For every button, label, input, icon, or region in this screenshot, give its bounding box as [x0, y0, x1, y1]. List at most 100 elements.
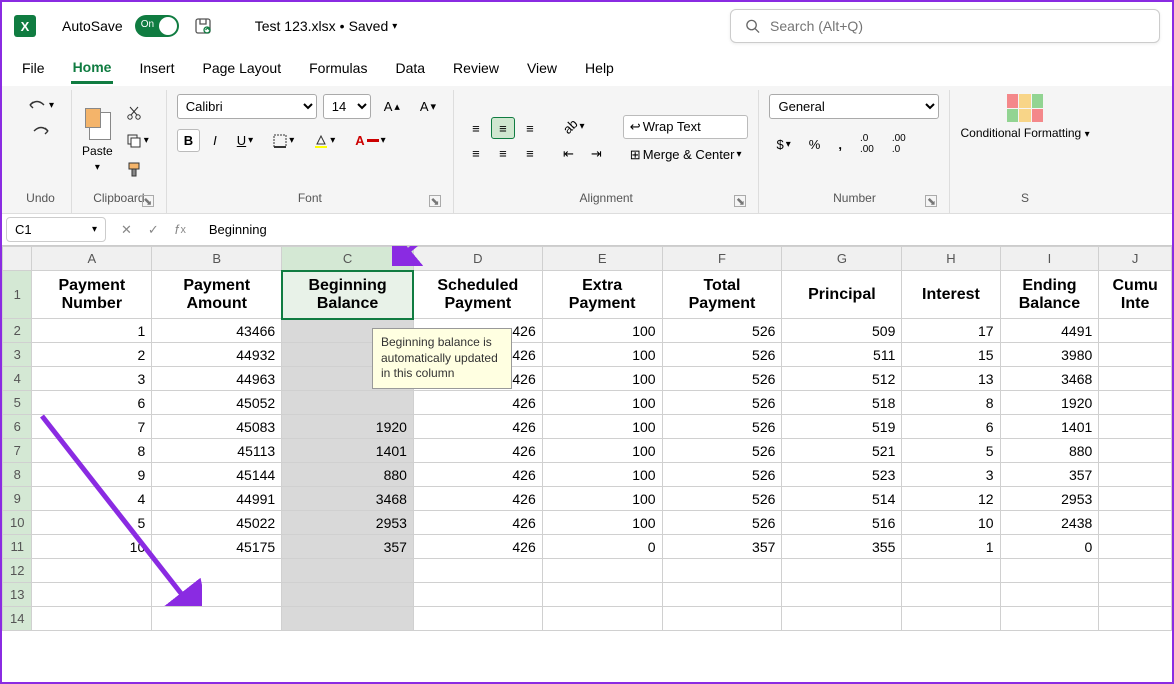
cell-A3[interactable]: 2	[32, 343, 152, 367]
col-header-I[interactable]: I	[1000, 247, 1099, 271]
align-top-button[interactable]: ≡	[464, 117, 488, 139]
cell-D9[interactable]: 426	[413, 487, 542, 511]
name-box[interactable]: C1▾	[6, 217, 106, 242]
cell-F11[interactable]: 357	[662, 535, 782, 559]
currency-button[interactable]: $▾	[769, 129, 797, 159]
cell-F6[interactable]: 526	[662, 415, 782, 439]
row-header-9[interactable]: 9	[3, 487, 32, 511]
cell-I8[interactable]: 357	[1000, 463, 1099, 487]
increase-indent-button[interactable]: ⇥	[584, 142, 609, 166]
cell-B1[interactable]: PaymentAmount	[152, 271, 282, 319]
search-input[interactable]	[770, 18, 1145, 34]
cell-E11[interactable]: 0	[542, 535, 662, 559]
cell-J2[interactable]	[1099, 319, 1172, 343]
cell-G1[interactable]: Principal	[782, 271, 902, 319]
cell-G4[interactable]: 512	[782, 367, 902, 391]
increase-decimal-button[interactable]: .0.00	[853, 129, 881, 159]
cell-C1[interactable]: BeginningBalance	[282, 271, 414, 319]
align-middle-button[interactable]: ≡	[491, 117, 515, 139]
cell-I5[interactable]: 1920	[1000, 391, 1099, 415]
decrease-font-button[interactable]: A▾	[413, 95, 443, 118]
row-header-6[interactable]: 6	[3, 415, 32, 439]
row-header-7[interactable]: 7	[3, 439, 32, 463]
cell-I12[interactable]	[1000, 559, 1099, 583]
cell-H6[interactable]: 6	[902, 415, 1000, 439]
cell-J11[interactable]	[1099, 535, 1172, 559]
number-dialog-launcher[interactable]: ⬊	[925, 195, 937, 207]
row-header-14[interactable]: 14	[3, 607, 32, 631]
cell-I10[interactable]: 2438	[1000, 511, 1099, 535]
cell-J12[interactable]	[1099, 559, 1172, 583]
format-painter-button[interactable]	[119, 157, 156, 181]
cell-J13[interactable]	[1099, 583, 1172, 607]
tab-view[interactable]: View	[525, 54, 559, 82]
cell-H14[interactable]	[902, 607, 1000, 631]
cell-E6[interactable]: 100	[542, 415, 662, 439]
cell-F5[interactable]: 526	[662, 391, 782, 415]
cell-E12[interactable]	[542, 559, 662, 583]
cell-J8[interactable]	[1099, 463, 1172, 487]
enter-formula-button[interactable]: ✓	[141, 218, 166, 242]
border-button[interactable]: ▾	[266, 130, 301, 152]
tab-help[interactable]: Help	[583, 54, 616, 82]
cell-F4[interactable]: 526	[662, 367, 782, 391]
cell-G13[interactable]	[782, 583, 902, 607]
cell-J9[interactable]	[1099, 487, 1172, 511]
redo-button[interactable]	[24, 120, 58, 142]
save-icon[interactable]	[187, 13, 219, 39]
comma-button[interactable]: ,	[831, 129, 849, 159]
col-header-H[interactable]: H	[902, 247, 1000, 271]
cell-G10[interactable]: 516	[782, 511, 902, 535]
autosave-toggle[interactable]: On	[135, 15, 179, 37]
cell-E10[interactable]: 100	[542, 511, 662, 535]
cell-J6[interactable]	[1099, 415, 1172, 439]
cell-C14[interactable]	[282, 607, 414, 631]
cell-I6[interactable]: 1401	[1000, 415, 1099, 439]
cell-J10[interactable]	[1099, 511, 1172, 535]
cancel-formula-button[interactable]: ✕	[114, 218, 139, 242]
underline-button[interactable]: U▾	[230, 129, 260, 152]
cell-J3[interactable]	[1099, 343, 1172, 367]
row-header-4[interactable]: 4	[3, 367, 32, 391]
font-size-select[interactable]: 14	[323, 94, 371, 119]
cell-F10[interactable]: 526	[662, 511, 782, 535]
copy-button[interactable]: ▾	[119, 129, 156, 153]
tab-home[interactable]: Home	[71, 53, 114, 84]
cell-H2[interactable]: 17	[902, 319, 1000, 343]
cell-G7[interactable]: 521	[782, 439, 902, 463]
cell-F8[interactable]: 526	[662, 463, 782, 487]
row-header-1[interactable]: 1	[3, 271, 32, 319]
cell-I3[interactable]: 3980	[1000, 343, 1099, 367]
cell-F2[interactable]: 526	[662, 319, 782, 343]
cell-I4[interactable]: 3468	[1000, 367, 1099, 391]
percent-button[interactable]: %	[802, 129, 828, 159]
filename[interactable]: Test 123.xlsx • Saved▾	[255, 18, 398, 34]
row-header-12[interactable]: 12	[3, 559, 32, 583]
cell-B3[interactable]: 44932	[152, 343, 282, 367]
cell-E9[interactable]: 100	[542, 487, 662, 511]
cell-E2[interactable]: 100	[542, 319, 662, 343]
align-right-button[interactable]: ≡	[518, 142, 542, 164]
align-center-button[interactable]: ≡	[491, 142, 515, 164]
align-bottom-button[interactable]: ≡	[518, 117, 542, 139]
cell-C7[interactable]: 1401	[282, 439, 414, 463]
cell-D11[interactable]: 426	[413, 535, 542, 559]
row-header-11[interactable]: 11	[3, 535, 32, 559]
cell-H11[interactable]: 1	[902, 535, 1000, 559]
font-dialog-launcher[interactable]: ⬊	[429, 195, 441, 207]
alignment-dialog-launcher[interactable]: ⬊	[734, 195, 746, 207]
cell-A14[interactable]	[32, 607, 152, 631]
col-header-J[interactable]: J	[1099, 247, 1172, 271]
cell-C8[interactable]: 880	[282, 463, 414, 487]
paste-icon[interactable]	[83, 108, 111, 140]
bold-button[interactable]: B	[177, 129, 200, 152]
font-color-button[interactable]: A▾	[348, 129, 392, 152]
cell-C13[interactable]	[282, 583, 414, 607]
cell-C11[interactable]: 357	[282, 535, 414, 559]
cell-F9[interactable]: 526	[662, 487, 782, 511]
cell-C9[interactable]: 3468	[282, 487, 414, 511]
cell-D5[interactable]: 426	[413, 391, 542, 415]
cell-J7[interactable]	[1099, 439, 1172, 463]
row-header-10[interactable]: 10	[3, 511, 32, 535]
col-header-B[interactable]: B	[152, 247, 282, 271]
